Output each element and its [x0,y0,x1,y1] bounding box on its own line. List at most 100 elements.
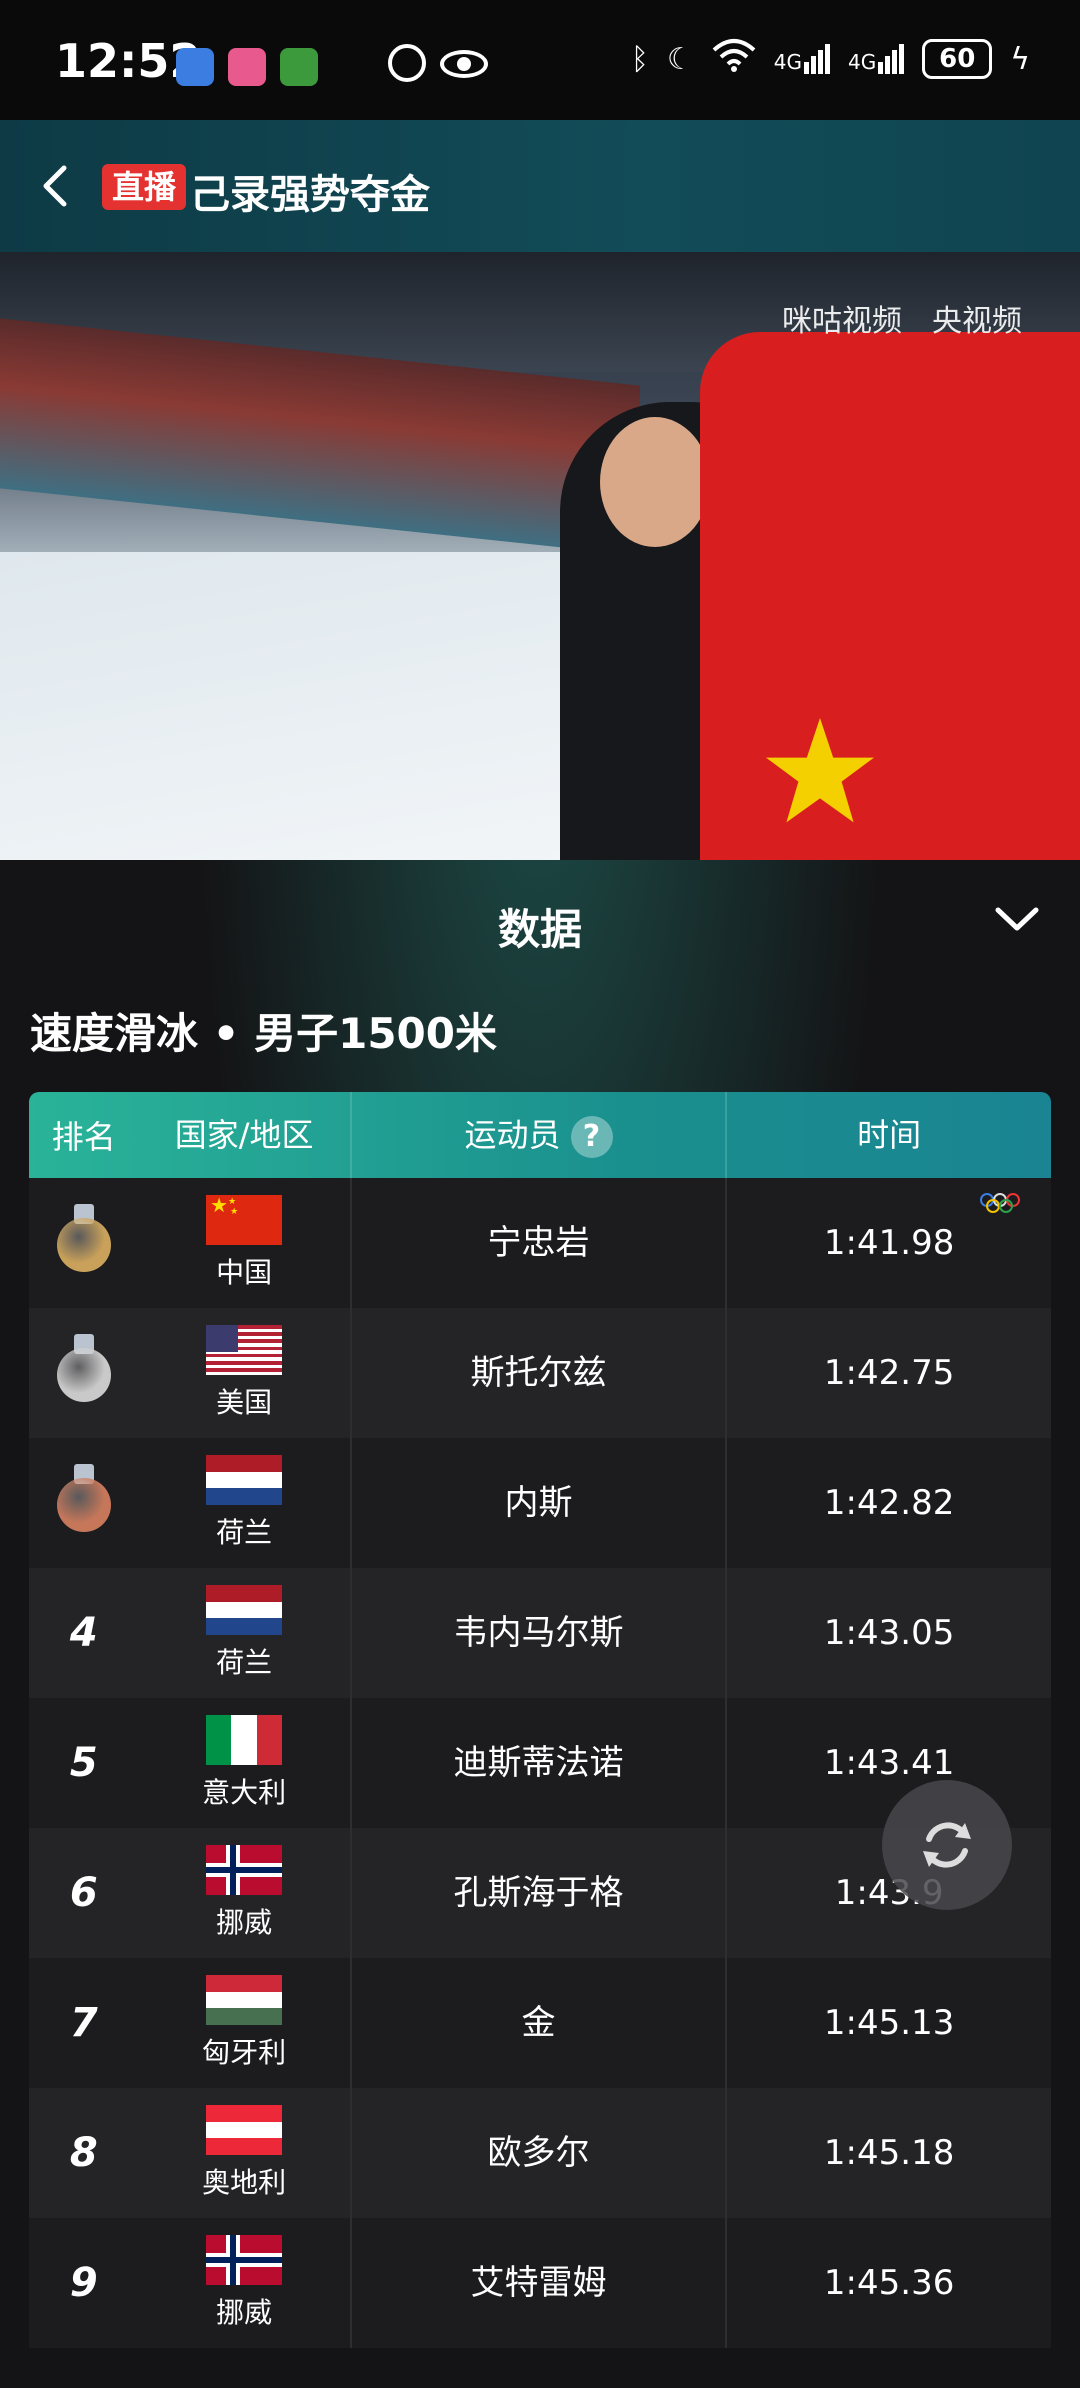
country-name: 匈牙利 [202,2036,287,2069]
table-header: 排名 国家/地区 运动员? 时间 [29,1092,1051,1178]
do-not-disturb-icon: ☾ [666,41,694,77]
time-value: 1:45.18 [725,2088,1051,2218]
app-notification-icon [280,48,318,86]
battery-level: 60 [939,44,976,74]
battery-icon: 60 [922,39,993,79]
header-time: 时间 [725,1092,1051,1178]
video-player[interactable]: 咪咕视频 央视频 [0,252,1080,860]
china-flag-icon: ★ ★ ★ [206,1195,283,1245]
rank-cell: 5 [29,1740,139,1786]
athlete-name[interactable]: 斯托尔兹 [349,1308,726,1438]
country-name: 意大利 [202,1776,287,1809]
eye-comfort-icon [388,44,426,82]
country-cell: ★ ★ ★ 中国 [139,1195,350,1291]
usa-flag-icon [206,1325,283,1375]
athlete-name[interactable]: 韦内马尔斯 [349,1568,726,1698]
table-row: ★ ★ ★ 中国 宁忠岩 1:41.98 [29,1178,1051,1308]
header-rank: 排名 [51,1118,116,1156]
help-icon[interactable]: ? [570,1116,613,1158]
eye-icon [440,50,488,78]
country-name: 荷兰 [216,1646,273,1679]
country-name: 挪威 [216,1906,273,1939]
silver-medal-icon [56,1333,112,1404]
athlete-name[interactable]: 孔斯海于格 [349,1828,726,1958]
rank-cell: 7 [29,2000,139,2046]
norway-flag-icon [206,1845,283,1895]
country-cell: 意大利 [139,1715,350,1811]
athlete-name[interactable]: 宁忠岩 [349,1178,726,1308]
header-athlete-label: 运动员 [464,1116,561,1154]
time-value: 1:43.05 [725,1568,1051,1698]
country-cell: 美国 [139,1325,350,1421]
app-notification-icon [176,48,214,86]
bronze-medal-icon [56,1463,112,1534]
network-type-label: 4G [773,50,802,74]
rank-cell [29,1203,139,1283]
country-name: 荷兰 [216,1516,273,1549]
athlete-name[interactable]: 内斯 [349,1438,726,1568]
status-bar: 12:52 ᛒ ☾ 4G 4G 60 ϟ [0,0,1080,120]
table-body: ★ ★ ★ 中国 宁忠岩 1:41.98 美国 斯托尔兹 1:42.75 荷兰 内斯 1:42.82 4… [29,1178,1051,2348]
country-name: 挪威 [216,2296,273,2329]
table-row: 9 挪威 艾特雷姆 1:45.36 [29,2218,1051,2348]
rank-cell [29,1333,139,1413]
table-row: 美国 斯托尔兹 1:42.75 [29,1308,1051,1438]
athlete-name[interactable]: 艾特雷姆 [349,2218,726,2348]
time-value: 1:45.36 [725,2218,1051,2348]
refresh-button[interactable] [882,1780,1012,1910]
video-title: 己录强势夺金 [190,172,430,218]
panel-title: 数据 [497,905,582,954]
rank-cell: 6 [29,1870,139,1916]
gold-medal-icon [56,1203,112,1274]
rank-cell: 8 [29,2130,139,2176]
athlete-name[interactable]: 欧多尔 [349,2088,726,2218]
athlete-name[interactable]: 金 [349,1958,726,2088]
norway-flag-icon [206,2235,283,2285]
rank-cell [29,1463,139,1543]
chevron-down-icon [995,907,1039,931]
rank-number: 9 [69,2260,98,2306]
time-value: 1:42.75 [725,1308,1051,1438]
video-scene-flag [700,332,1080,860]
signal-icon: 4G [774,44,830,74]
time-value: 1:42.82 [725,1438,1051,1568]
header-country: 国家/地区 [174,1116,314,1154]
athlete-name[interactable]: 迪斯蒂法诺 [349,1698,726,1828]
results-table: 排名 国家/地区 运动员? 时间 ★ ★ ★ 中国 宁忠岩 1:41.98 美国 斯托尔兹 1:… [29,1092,1051,2348]
table-row: 4 荷兰 韦内马尔斯 1:43.05 [29,1568,1051,1698]
event-title: 速度滑冰 • 男子1500米 [30,1009,497,1058]
country-cell: 挪威 [139,1845,350,1941]
country-cell: 匈牙利 [139,1975,350,2071]
migu-watermark: 咪咕视频 [782,304,902,339]
table-row: 8 奥地利 欧多尔 1:45.18 [29,2088,1051,2218]
charging-icon: ϟ [1010,41,1030,77]
video-header: 直播 己录强势夺金 [0,120,1080,252]
collapse-button[interactable] [992,900,1042,940]
country-cell: 荷兰 [139,1585,350,1681]
video-watermark: 咪咕视频 央视频 [782,296,1022,340]
table-row: 7 匈牙利 金 1:45.13 [29,1958,1051,2088]
country-cell: 荷兰 [139,1455,350,1551]
olympic-rings-icon [979,1192,1021,1219]
chevron-left-icon [43,165,67,207]
time-value: 1:45.13 [725,1958,1051,2088]
country-name: 美国 [216,1386,273,1419]
live-badge: 直播 [102,164,187,210]
country-name: 奥地利 [202,2166,287,2199]
netherlands-flag-icon [206,1455,283,1505]
rank-cell: 9 [29,2260,139,2306]
rank-cell: 4 [29,1610,139,1656]
signal-icon: 4G [847,44,905,74]
netherlands-flag-icon [206,1585,283,1635]
time-value: 1:43.41 [725,1698,1051,1828]
network-type-label: 4G [847,50,877,74]
bluetooth-icon: ᛒ [630,41,649,77]
cctv-watermark: 央视频 [932,304,1022,339]
austria-flag-icon [206,2105,283,2155]
rank-number: 5 [69,1740,98,1786]
refresh-icon [923,1822,971,1868]
wifi-icon [712,38,756,80]
hungary-flag-icon [206,1975,283,2025]
back-button[interactable] [28,158,84,214]
rank-number: 8 [69,2130,98,2176]
